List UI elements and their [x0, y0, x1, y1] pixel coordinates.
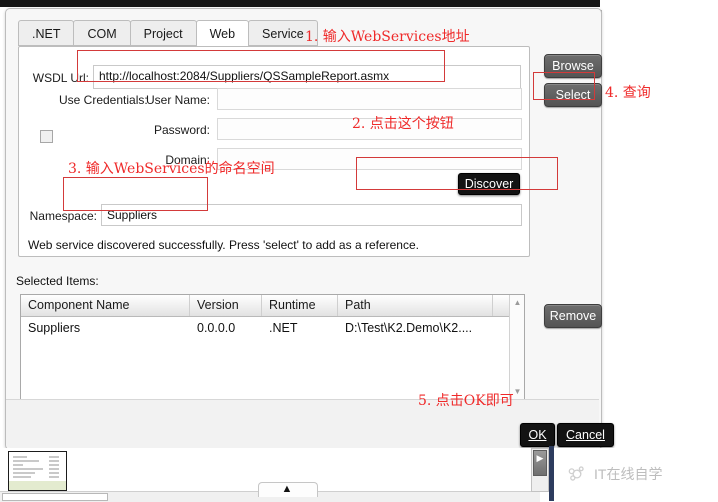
horizontal-scrollbar-thumb[interactable] [2, 493, 108, 501]
selected-items-grid[interactable]: Component Name Version Runtime Path Supp… [20, 294, 525, 402]
tab-strip: .NET COM Project Web Service [18, 20, 318, 48]
annotation-box-wsdl-url [77, 50, 445, 82]
table-row[interactable]: Suppliers 0.0.0.0 .NET D:\Test\K2.Demo\K… [21, 319, 524, 339]
column-header-spacer [493, 295, 509, 316]
annotation-text-5: 5. 点击OK即可 [418, 393, 514, 409]
selected-items-label: Selected Items: [16, 274, 99, 288]
user-name-input[interactable] [217, 88, 522, 110]
ok-button-label: OK [528, 428, 547, 442]
grid-header-row: Component Name Version Runtime Path [21, 295, 524, 317]
tab-dotnet[interactable]: .NET [18, 20, 75, 46]
annotation-text-1: 1. 输入WebServices地址 [305, 29, 470, 45]
thumbnail-footer-band [9, 481, 66, 490]
cancel-button[interactable]: Cancel [557, 423, 614, 447]
watermark: IT在线自学 [566, 462, 716, 486]
cancel-button-label: Cancel [566, 428, 605, 442]
namespace-label: Namespace: [29, 209, 97, 223]
chevron-right-icon[interactable]: ▶ [534, 452, 546, 464]
annotation-text-4: 4. 查询 [605, 85, 651, 101]
cell-version: 0.0.0.0 [197, 321, 236, 335]
use-credentials-label: Use Credentials: [59, 93, 148, 107]
cell-runtime: .NET [269, 321, 298, 335]
column-header-version[interactable]: Version [190, 295, 262, 316]
page-thumbnail[interactable] [8, 451, 67, 491]
use-credentials-checkbox[interactable] [40, 130, 53, 143]
column-header-component-name[interactable]: Component Name [21, 295, 190, 316]
tab-project[interactable]: Project [129, 20, 197, 46]
annotation-text-2: 2. 点击这个按钮 [352, 116, 454, 132]
solution-explorer-panel: ≋ K2.Demo (1 .Demo Process1.kprx [600, 0, 718, 440]
annotation-box-select [533, 72, 595, 100]
password-label: Password: [153, 123, 210, 137]
annotation-box-namespace [63, 177, 208, 211]
window-title-bar-strip [0, 0, 600, 7]
annotation-text-3: 3. 输入WebServices的命名空间 [68, 161, 275, 177]
flower-logo-icon [568, 466, 584, 481]
ok-button[interactable]: OK [520, 423, 555, 447]
status-message: Web service discovered successfully. Pre… [28, 238, 419, 252]
grid-vertical-scrollbar[interactable]: ▲ ▼ [509, 295, 524, 401]
user-name-label: User Name: [145, 93, 210, 107]
annotation-box-discover [356, 157, 558, 190]
chevron-up-icon[interactable]: ▲ [279, 484, 295, 495]
scroll-up-arrow-icon[interactable]: ▲ [512, 298, 523, 308]
window-edge-accent [549, 446, 554, 501]
column-header-runtime[interactable]: Runtime [262, 295, 338, 316]
cell-path: D:\Test\K2.Demo\K2.... [345, 321, 473, 335]
watermark-text: IT在线自学 [594, 466, 663, 482]
remove-button[interactable]: Remove [544, 304, 602, 328]
cell-component-name: Suppliers [28, 321, 81, 335]
column-header-path[interactable]: Path [338, 295, 493, 316]
tab-com[interactable]: COM [73, 20, 131, 46]
tab-web[interactable]: Web [195, 20, 250, 48]
